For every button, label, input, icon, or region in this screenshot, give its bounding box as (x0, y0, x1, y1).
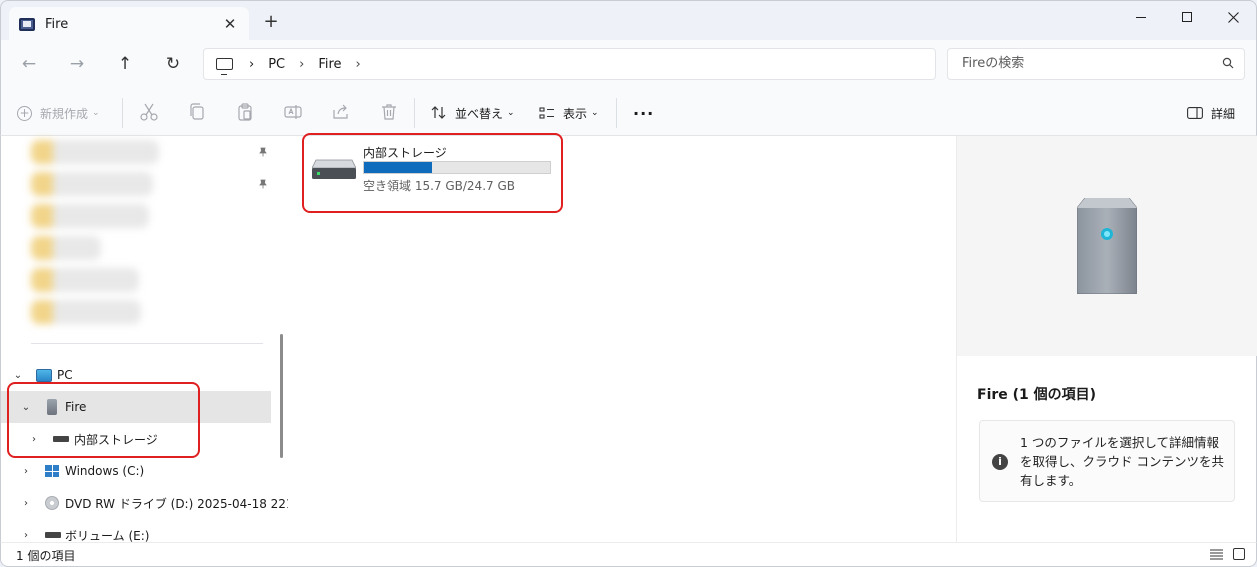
info-message: i 1 つのファイルを選択して詳細情報を取得し、クラウド コンテンツを共有します… (979, 420, 1235, 502)
device-icon (1077, 198, 1137, 294)
tiles-view-icon[interactable] (1233, 548, 1245, 560)
breadcrumb-separator: › (299, 56, 305, 72)
new-button[interactable]: + 新規作成 ⌄ (17, 100, 100, 126)
details-title: Fire (1 個の項目) (977, 387, 1097, 403)
share-icon[interactable] (331, 102, 351, 122)
title-bar: Fire ✕ + (0, 0, 1257, 41)
new-tab-button[interactable]: + (261, 13, 281, 31)
tree-item-windows-c[interactable]: › Windows (C:) (1, 455, 271, 487)
tree-label: DVD RW ドライブ (D:) 2025-04-18 2214 (65, 496, 302, 511)
pin-icon (259, 147, 267, 157)
item-count: 1 個の項目 (16, 549, 76, 563)
toolbar-divider (616, 98, 617, 128)
preview-area (957, 136, 1257, 356)
command-bar: + 新規作成 ⌄ 並べ替え ⌄ 表示 ⌄ ··· 詳細 (0, 88, 1257, 136)
quick-access-item-blurred[interactable] (31, 172, 153, 196)
status-bar: 1 個の項目 (0, 542, 1257, 567)
details-pane-icon (1187, 107, 1203, 119)
monitor-icon (216, 58, 233, 75)
plus-icon: + (17, 105, 32, 121)
toolbar-divider (122, 98, 123, 128)
tree-label: Windows (C:) (65, 464, 145, 478)
search-icon (1222, 57, 1234, 69)
search-input[interactable]: Fireの検索 (947, 48, 1245, 80)
pin-icon (259, 179, 267, 189)
view-icon (539, 107, 554, 119)
maximize-icon (1182, 12, 1192, 22)
tree-label: ボリューム (E:) (65, 528, 150, 543)
chevron-right-icon[interactable]: › (20, 530, 32, 541)
minimize-button[interactable] (1118, 1, 1164, 33)
navigation-pane: ⌄ PC ⌄ Fire › 内部ストレージ › Windows (C:) › D… (0, 136, 301, 543)
maximize-button[interactable] (1164, 1, 1210, 33)
chevron-down-icon[interactable]: ⌄ (12, 370, 24, 381)
explorer-icon (19, 17, 35, 31)
quick-access-item-blurred[interactable] (31, 300, 141, 324)
chevron-down-icon: ⌄ (591, 108, 599, 118)
chevron-down-icon: ⌄ (507, 108, 515, 118)
chevron-down-icon: ⌄ (92, 108, 100, 118)
rename-icon[interactable] (283, 102, 303, 122)
forward-button[interactable]: → (64, 52, 90, 76)
sidebar-scrollbar[interactable] (280, 334, 283, 458)
drive-icon (45, 532, 61, 538)
windows-drive-icon (45, 465, 59, 477)
tab-fire[interactable]: Fire ✕ (9, 7, 249, 41)
tab-close-button[interactable]: ✕ (221, 15, 239, 33)
highlight-box (302, 133, 563, 213)
cut-icon[interactable] (139, 102, 159, 122)
sort-label: 並べ替え (455, 106, 504, 121)
quick-access-item-blurred[interactable] (31, 268, 139, 292)
close-window-button[interactable] (1210, 1, 1256, 33)
chevron-right-icon[interactable]: › (20, 498, 32, 509)
breadcrumb-separator: › (249, 56, 255, 72)
paste-icon[interactable] (235, 102, 255, 122)
quick-access-item-blurred[interactable] (31, 140, 159, 164)
details-pane-button[interactable]: 詳細 (1187, 100, 1235, 126)
details-view-icon[interactable] (1210, 549, 1223, 560)
view-button[interactable]: 表示 ⌄ (539, 100, 599, 126)
breadcrumb-separator[interactable]: › (356, 57, 361, 72)
highlight-box (7, 382, 200, 458)
refresh-button[interactable]: ↻ (160, 52, 186, 76)
dvd-icon (45, 496, 59, 510)
info-text: 1 つのファイルを選択して詳細情報を取得し、クラウド コンテンツを共有します。 (1020, 435, 1224, 488)
sort-icon (431, 106, 446, 119)
back-button[interactable]: ← (16, 52, 42, 76)
sort-button[interactable]: 並べ替え ⌄ (431, 100, 515, 126)
tab-title: Fire (45, 16, 69, 32)
pc-icon (36, 368, 52, 382)
new-label: 新規作成 (40, 106, 89, 121)
details-pane: Fire (1 個の項目) i 1 つのファイルを選択して詳細情報を取得し、クラ… (956, 136, 1257, 542)
copy-icon[interactable] (187, 102, 207, 122)
minimize-icon (1136, 16, 1146, 18)
breadcrumb-pc[interactable]: PC (268, 57, 285, 72)
details-label: 詳細 (1211, 106, 1236, 121)
close-icon (1227, 11, 1239, 23)
chevron-right-icon[interactable]: › (20, 466, 32, 477)
quick-access-item-blurred[interactable] (31, 236, 101, 260)
more-options-button[interactable]: ··· (633, 100, 654, 126)
address-bar[interactable]: › PC › Fire › (203, 48, 936, 80)
navigation-bar: ← → ↑ ↻ › PC › Fire › Fireの検索 (0, 40, 1257, 88)
delete-icon[interactable] (379, 102, 399, 122)
tree-item-dvd-d[interactable]: › DVD RW ドライブ (D:) 2025-04-18 2214 (1, 487, 301, 519)
breadcrumb-fire[interactable]: Fire (318, 57, 341, 72)
search-placeholder: Fireの検索 (962, 56, 1025, 71)
info-icon: i (992, 454, 1008, 470)
view-label: 表示 (563, 106, 588, 121)
up-button[interactable]: ↑ (112, 52, 138, 76)
toolbar-divider (414, 98, 415, 128)
tree-label: PC (57, 368, 73, 382)
quick-access-item-blurred[interactable] (31, 204, 149, 228)
sidebar-divider (31, 343, 263, 344)
